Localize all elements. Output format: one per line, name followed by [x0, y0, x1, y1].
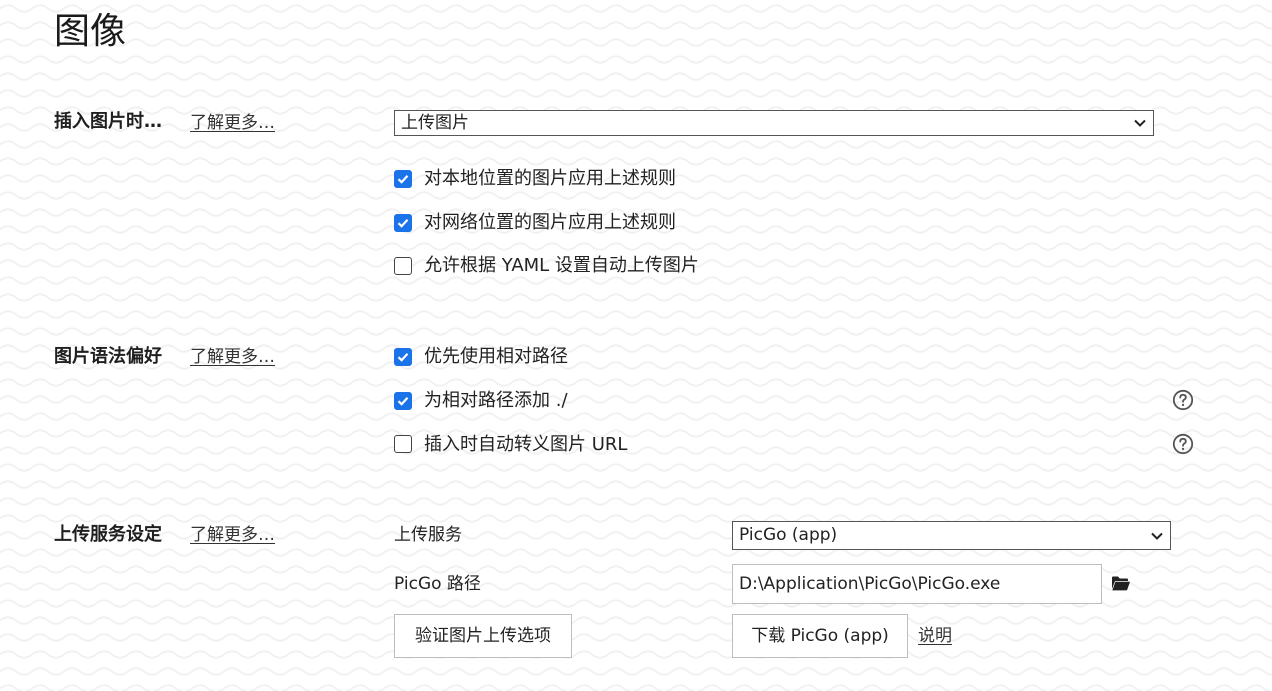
insert-image-action-select[interactable]: 上传图片	[394, 110, 1154, 136]
section-title-upload-service: 上传服务设定	[54, 524, 162, 545]
checkbox-yaml-upload[interactable]	[394, 257, 412, 275]
verify-upload-button[interactable]: 验证图片上传选项	[394, 614, 572, 658]
checkmark-icon	[397, 175, 409, 184]
option-label-prefer-relative: 优先使用相对路径	[424, 346, 568, 367]
option-label-yaml-upload: 允许根据 YAML 设置自动上传图片	[424, 255, 699, 276]
checkbox-apply-local[interactable]	[394, 170, 412, 188]
help-circle-icon[interactable]	[1172, 433, 1194, 455]
checkbox-apply-network[interactable]	[394, 214, 412, 232]
section-title-insert-image: 插入图片时…	[54, 111, 162, 132]
image-settings-page: 图像 插入图片时… 了解更多… 上传图片 对本地位置的图片应用上述规则 对网络位…	[0, 0, 1272, 691]
picgo-path-input[interactable]: D:\Application\PicGo\PicGo.exe	[732, 564, 1102, 604]
checkmark-icon	[397, 353, 409, 362]
checkbox-add-dot-slash[interactable]	[394, 392, 412, 410]
learn-more-link-upload-service[interactable]: 了解更多…	[190, 523, 275, 547]
folder-icon[interactable]	[1111, 575, 1131, 592]
upload-service-select[interactable]: PicGo (app)	[732, 521, 1171, 550]
upload-service-label: 上传服务	[394, 525, 462, 545]
learn-more-link-image-syntax[interactable]: 了解更多…	[190, 345, 275, 369]
chevron-down-icon	[1151, 532, 1163, 540]
picgo-path-label: PicGo 路径	[394, 574, 481, 594]
checkmark-icon	[397, 397, 409, 406]
section-title-image-syntax: 图片语法偏好	[54, 346, 162, 367]
option-label-escape-url: 插入时自动转义图片 URL	[424, 434, 628, 455]
chevron-down-icon	[1134, 119, 1146, 127]
checkbox-prefer-relative[interactable]	[394, 348, 412, 366]
option-label-add-dot-slash: 为相对路径添加 ./	[424, 390, 568, 411]
option-label-apply-local: 对本地位置的图片应用上述规则	[424, 168, 676, 189]
checkbox-escape-url[interactable]	[394, 435, 412, 453]
page-title: 图像	[54, 11, 127, 52]
download-picgo-button[interactable]: 下载 PicGo (app)	[732, 614, 908, 658]
learn-more-link-insert-image[interactable]: 了解更多…	[190, 111, 275, 135]
insert-image-action-value: 上传图片	[401, 113, 469, 133]
help-circle-icon[interactable]	[1172, 389, 1194, 411]
upload-service-value: PicGo (app)	[739, 525, 838, 545]
explain-link[interactable]: 说明	[918, 624, 952, 648]
option-label-apply-network: 对网络位置的图片应用上述规则	[424, 212, 676, 233]
checkmark-icon	[397, 219, 409, 228]
